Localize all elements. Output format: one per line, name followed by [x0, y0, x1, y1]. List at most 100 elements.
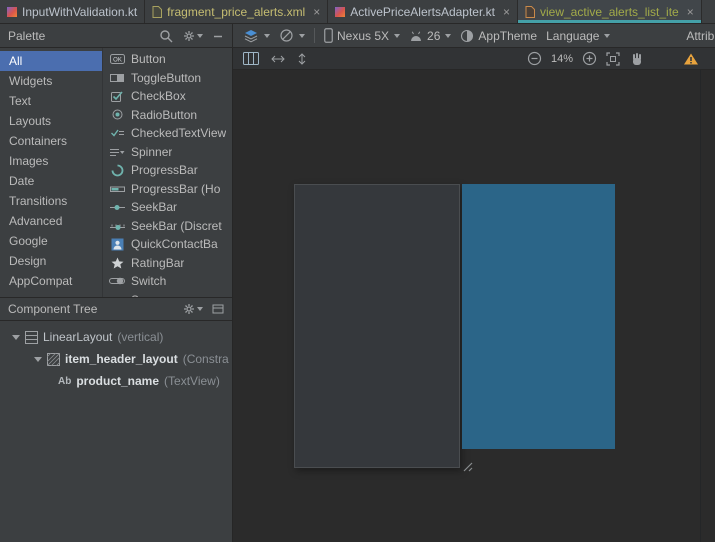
device-phone-icon: [324, 28, 333, 43]
close-icon[interactable]: ×: [503, 6, 510, 18]
tab-active-price-alerts-adapter[interactable]: ActivePriceAlertsAdapter.kt ×: [328, 0, 518, 23]
device-label: Nexus 5X: [337, 29, 389, 43]
blueprint-view-preview[interactable]: [462, 184, 615, 449]
expand-arrow-icon[interactable]: [34, 357, 42, 362]
checkbox-icon: [108, 90, 126, 103]
zoom-out-icon[interactable]: [527, 51, 542, 66]
attributes-panel-title[interactable]: Attribu: [686, 29, 715, 43]
palette-component-togglebutton[interactable]: ToggleButton: [103, 69, 232, 88]
palette-category-design[interactable]: Design: [0, 251, 102, 271]
tree-item-linearlayout[interactable]: LinearLayout (vertical): [0, 326, 232, 348]
caret-down-icon: [197, 307, 203, 311]
pan-hand-icon[interactable]: [629, 52, 643, 66]
design-blueprint-selector[interactable]: [243, 28, 270, 44]
palette-component-spinner[interactable]: Spinner: [103, 143, 232, 162]
palette-component-seekbar-discrete[interactable]: SeekBar (Discret: [103, 217, 232, 236]
palette-category-list: All Widgets Text Layouts Containers Imag…: [0, 48, 103, 297]
design-view-preview[interactable]: [294, 184, 460, 468]
caret-down-icon: [445, 34, 451, 38]
panel-divider[interactable]: [700, 70, 701, 542]
palette-category-containers[interactable]: Containers: [0, 131, 102, 151]
gear-icon[interactable]: [182, 29, 203, 43]
hide-icon[interactable]: [212, 303, 224, 315]
kotlin-file-icon: [335, 7, 345, 17]
warnings-icon[interactable]: [683, 52, 699, 66]
palette-component-checkedtextview[interactable]: CheckedTextView: [103, 124, 232, 143]
theme-selector[interactable]: AppTheme: [460, 29, 537, 43]
palette-category-date[interactable]: Date: [0, 171, 102, 191]
close-icon[interactable]: ×: [313, 6, 320, 18]
search-icon[interactable]: [159, 29, 173, 43]
toggle-button-icon: [108, 72, 126, 84]
tree-item-name: item_header_layout: [65, 352, 178, 366]
palette-category-widgets[interactable]: Widgets: [0, 71, 102, 91]
palette-category-transitions[interactable]: Transitions: [0, 191, 102, 211]
constraint-layout-icon: [47, 353, 60, 366]
design-surface-toolbar: 14%: [233, 48, 715, 70]
resize-horizontal-icon[interactable]: [270, 54, 286, 64]
resize-handle-icon[interactable]: [459, 458, 473, 472]
palette-lists: All Widgets Text Layouts Containers Imag…: [0, 48, 232, 297]
component-tree-title: Component Tree: [8, 302, 173, 316]
palette-category-all[interactable]: All: [0, 51, 102, 71]
caret-down-icon: [264, 34, 270, 38]
expand-arrow-icon[interactable]: [12, 335, 20, 340]
tree-item-item-header-layout[interactable]: item_header_layout (Constra: [0, 348, 232, 370]
palette-component-radiobutton[interactable]: RadioButton: [103, 106, 232, 125]
android-api-icon: [409, 30, 423, 42]
palette-component-progressbar[interactable]: ProgressBar: [103, 161, 232, 180]
seek-bar-discrete-icon: [108, 220, 126, 232]
api-level-label: 26: [427, 29, 440, 43]
component-label: Button: [131, 52, 166, 66]
component-label: Switch: [131, 274, 166, 288]
palette-component-checkbox[interactable]: CheckBox: [103, 87, 232, 106]
component-label: RatingBar: [131, 256, 184, 270]
palette-category-appcompat[interactable]: AppCompat: [0, 271, 102, 291]
palette-header: Palette: [0, 24, 233, 47]
palette-category-advanced[interactable]: Advanced: [0, 211, 102, 231]
tool-window-header-row: Palette Nexus 5X: [0, 24, 715, 48]
palette-component-switch[interactable]: Switch: [103, 272, 232, 291]
component-label: Spinner: [131, 145, 172, 159]
theme-icon: [460, 29, 474, 43]
design-surface[interactable]: [233, 70, 715, 542]
api-level-selector[interactable]: 26: [409, 29, 451, 43]
palette-component-ratingbar[interactable]: RatingBar: [103, 254, 232, 273]
palette-component-progressbar-horizontal[interactable]: ProgressBar (Ho: [103, 180, 232, 199]
palette-component-seekbar[interactable]: SeekBar: [103, 198, 232, 217]
minimize-icon[interactable]: [212, 30, 224, 42]
palette-category-images[interactable]: Images: [0, 151, 102, 171]
caret-down-icon: [394, 34, 400, 38]
resize-vertical-icon[interactable]: [297, 52, 307, 66]
palette-category-layouts[interactable]: Layouts: [0, 111, 102, 131]
palette-title: Palette: [8, 29, 150, 43]
caret-down-icon: [604, 34, 610, 38]
tab-view-active-alerts-list-item[interactable]: view_active_alerts_list_ite ×: [518, 0, 702, 23]
tab-input-with-validation[interactable]: InputWithValidation.kt: [0, 0, 145, 23]
palette-category-text[interactable]: Text: [0, 91, 102, 111]
xml-file-icon: [525, 6, 535, 18]
orientation-selector[interactable]: [279, 28, 305, 43]
component-label: RadioButton: [131, 108, 197, 122]
device-selector[interactable]: Nexus 5X: [324, 28, 400, 43]
palette-component-button[interactable]: OK Button: [103, 50, 232, 69]
tab-fragment-price-alerts[interactable]: fragment_price_alerts.xml ×: [145, 0, 328, 23]
palette-component-quickcontactbadge[interactable]: QuickContactBa: [103, 235, 232, 254]
zoom-in-icon[interactable]: [582, 51, 597, 66]
layout-variants-icon[interactable]: [243, 52, 259, 65]
tab-label: InputWithValidation.kt: [22, 5, 137, 19]
close-icon[interactable]: ×: [687, 6, 694, 18]
tree-item-name: LinearLayout: [43, 330, 112, 344]
button-icon: OK: [108, 53, 126, 65]
component-label: SeekBar: [131, 200, 177, 214]
tree-item-product-name[interactable]: Ab product_name (TextView): [0, 370, 232, 392]
gear-icon[interactable]: [182, 302, 203, 316]
radio-button-icon: [108, 108, 126, 121]
checked-text-view-icon: [108, 127, 126, 139]
palette-category-google[interactable]: Google: [0, 231, 102, 251]
design-toolbar: Nexus 5X 26 AppTheme Language Attribu: [233, 24, 715, 47]
component-label: ProgressBar (Ho: [131, 182, 220, 196]
zoom-to-fit-icon[interactable]: [606, 52, 620, 66]
language-selector[interactable]: Language: [546, 29, 610, 43]
caret-down-icon: [197, 34, 203, 38]
